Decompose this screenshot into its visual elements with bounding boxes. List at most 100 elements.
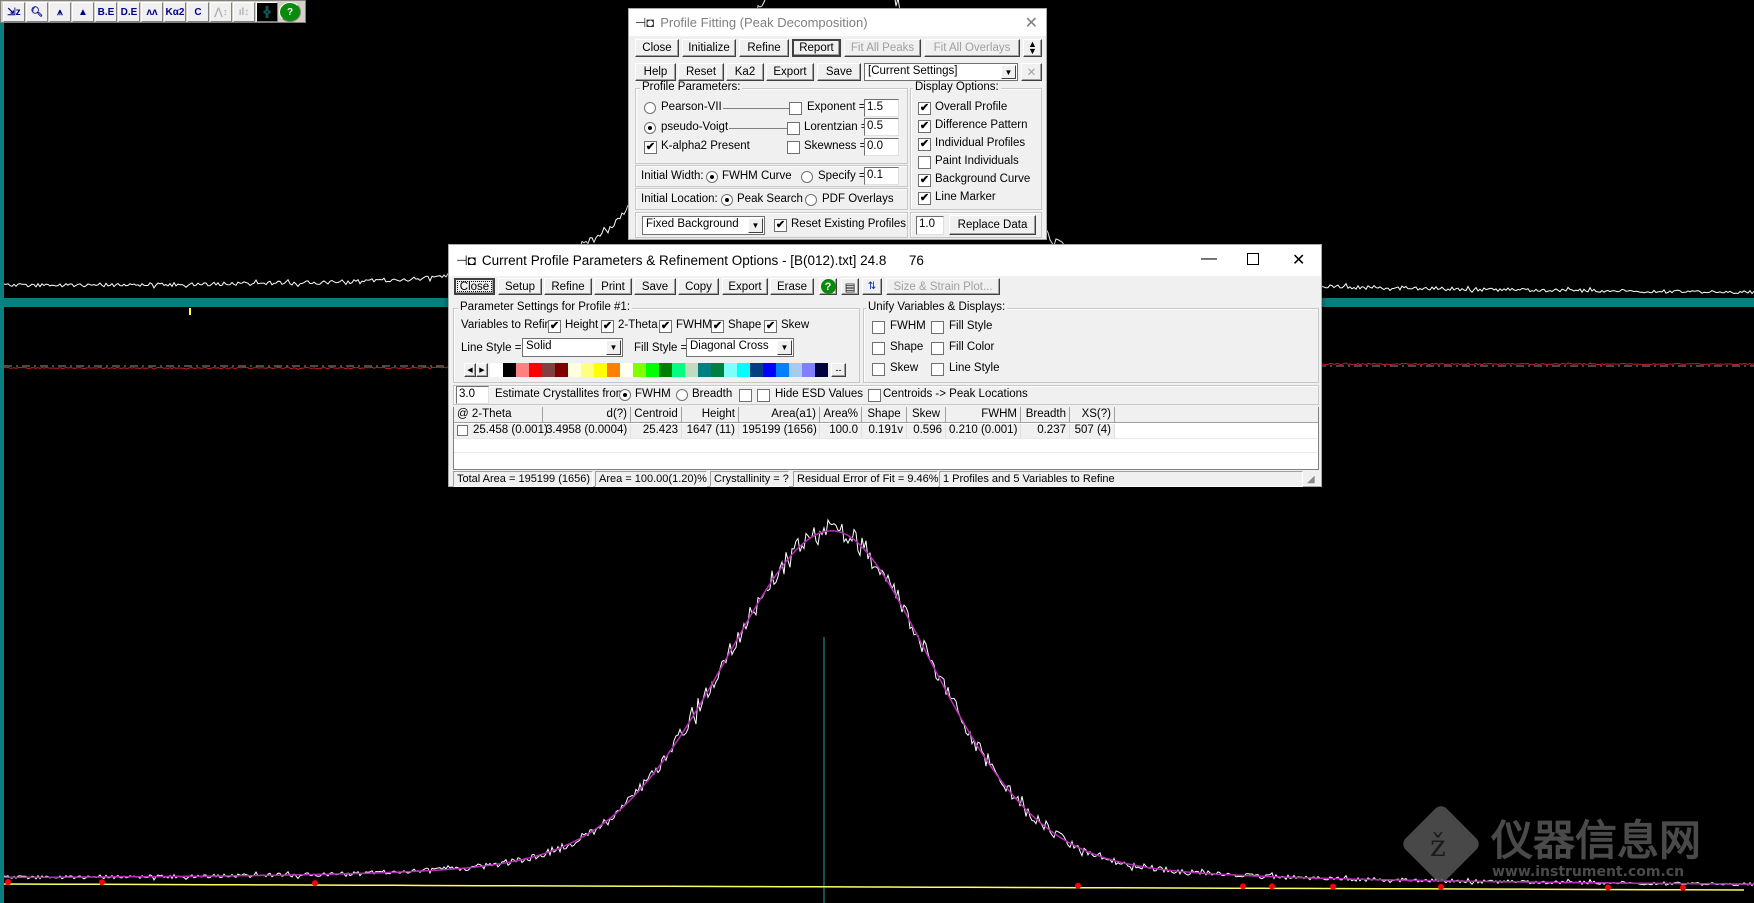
grid-icon[interactable]: ╬: [256, 2, 278, 22]
color-swatch[interactable]: [516, 363, 529, 377]
report-button[interactable]: Report: [792, 39, 841, 57]
resize-grip-icon[interactable]: ◢: [1307, 474, 1315, 485]
color-swatch[interactable]: [789, 363, 802, 377]
color-swatch[interactable]: [685, 363, 698, 377]
color-swatch[interactable]: [724, 363, 737, 377]
fit-all-overlays-button[interactable]: Fit All Overlays: [924, 39, 1020, 57]
background-edit-icon[interactable]: B.E: [95, 2, 117, 22]
fwhm-radio[interactable]: [619, 389, 631, 401]
color-swatch[interactable]: [776, 363, 789, 377]
refine-button[interactable]: Refine: [544, 278, 592, 295]
unify-checkbox[interactable]: [872, 363, 885, 376]
unlabeled-checkbox[interactable]: [739, 389, 752, 402]
color-swatch[interactable]: [659, 363, 672, 377]
column-header[interactable]: @ 2-Theta: [454, 407, 543, 423]
background-point[interactable]: [1605, 884, 1611, 891]
color-swatch[interactable]: [750, 363, 763, 377]
pdf-overlays-radio[interactable]: [805, 194, 817, 206]
skewness-input[interactable]: 0.0: [864, 138, 899, 156]
print-button[interactable]: Print: [594, 278, 632, 295]
replace-data-button[interactable]: Replace Data: [949, 215, 1036, 235]
background-point[interactable]: [5, 879, 11, 885]
color-swatch[interactable]: [737, 363, 750, 377]
centroids-checkbox[interactable]: [868, 389, 881, 402]
kalpha2-checkbox[interactable]: [644, 141, 657, 154]
lorentzian-input[interactable]: 0.5: [864, 118, 899, 136]
display-option-checkbox[interactable]: [918, 156, 931, 169]
specify-width-input[interactable]: 0.1: [864, 167, 899, 185]
color-swatch[interactable]: [490, 363, 503, 377]
unify-checkbox[interactable]: [931, 321, 944, 334]
background-select[interactable]: Fixed Background ▼: [642, 216, 765, 235]
background-point[interactable]: [1438, 883, 1444, 890]
refine-shape-checkbox[interactable]: [711, 320, 724, 333]
settings-select[interactable]: [Current Settings] ▼: [864, 63, 1018, 81]
refine-fwhm-checkbox[interactable]: [659, 320, 672, 333]
crystallite-input[interactable]: 3.0: [456, 386, 489, 404]
color-swatch[interactable]: [698, 363, 711, 377]
palette-right-icon[interactable]: ▶: [476, 363, 488, 377]
filled-peaks-icon[interactable]: ▲: [72, 2, 94, 22]
color-swatch[interactable]: [529, 363, 542, 377]
exponent-checkbox[interactable]: [789, 102, 802, 115]
background-point[interactable]: [99, 879, 105, 886]
scale-bars-icon[interactable]: ıl↕: [233, 2, 255, 22]
column-header[interactable]: Area(a1): [739, 407, 820, 423]
reset-profiles-checkbox[interactable]: [774, 219, 787, 232]
magnifier-icon[interactable]: 🔍︎: [26, 2, 48, 22]
color-swatch[interactable]: [555, 363, 568, 377]
column-header[interactable]: Shape: [862, 407, 907, 423]
save-button[interactable]: Save: [817, 63, 861, 81]
display-option-checkbox[interactable]: [918, 138, 931, 151]
row-checkbox[interactable]: [457, 425, 468, 436]
color-swatch[interactable]: [711, 363, 724, 377]
help-button[interactable]: Help: [635, 63, 676, 81]
refine-button[interactable]: Refine: [739, 39, 789, 57]
column-header[interactable]: FWHM: [946, 407, 1021, 423]
unify-checkbox[interactable]: [872, 342, 885, 355]
pseudo-voigt-radio[interactable]: [644, 122, 656, 134]
display-option-checkbox[interactable]: [918, 174, 931, 187]
pearson-radio[interactable]: [644, 102, 656, 114]
color-swatch[interactable]: [594, 363, 607, 377]
hide-esd-checkbox[interactable]: [757, 389, 770, 402]
display-option-checkbox[interactable]: [918, 102, 931, 115]
color-swatch[interactable]: [581, 363, 594, 377]
color-swatch[interactable]: [763, 363, 776, 377]
column-header[interactable]: Centroid: [631, 407, 682, 423]
column-header[interactable]: XS(?): [1070, 407, 1115, 423]
column-header[interactable]: Breadth: [1021, 407, 1070, 423]
color-swatch[interactable]: [672, 363, 685, 377]
column-header[interactable]: Height: [682, 407, 739, 423]
color-swatch[interactable]: [620, 363, 633, 377]
column-header[interactable]: Area%: [820, 407, 862, 423]
refine-2-theta-checkbox[interactable]: [601, 320, 614, 333]
columns-view-icon[interactable]: ▤: [841, 278, 859, 295]
background-point[interactable]: [1680, 884, 1686, 891]
skewness-checkbox[interactable]: [787, 141, 800, 154]
color-swatch[interactable]: [568, 363, 581, 377]
fill-pattern-swatch[interactable]: [802, 338, 834, 357]
exponent-input[interactable]: 1.5: [864, 99, 899, 117]
line-style-select[interactable]: Solid ▼: [522, 338, 623, 357]
breadth-radio[interactable]: [676, 389, 688, 401]
background-point[interactable]: [1269, 883, 1275, 890]
color-swatch[interactable]: [815, 363, 828, 377]
more-colors-button[interactable]: --: [831, 363, 846, 377]
ka2-icon[interactable]: Kα2: [164, 2, 186, 22]
scale-input[interactable]: 1.0: [916, 216, 944, 235]
display-option-checkbox[interactable]: [918, 120, 931, 133]
color-swatch[interactable]: [802, 363, 815, 377]
refine-height-checkbox[interactable]: [548, 320, 561, 333]
help-icon[interactable]: ?: [279, 2, 301, 22]
background-point[interactable]: [1240, 883, 1246, 890]
sort-icon[interactable]: ⇅: [862, 278, 882, 295]
peak-outline-icon[interactable]: ʌʌ: [141, 2, 163, 22]
scale-peaks-icon[interactable]: ⋀↕: [210, 2, 232, 22]
color-swatch[interactable]: [646, 363, 659, 377]
refine-skew-checkbox[interactable]: [764, 320, 777, 333]
ka2-button[interactable]: Ka2: [726, 63, 764, 81]
help-icon[interactable]: ?: [819, 278, 837, 295]
display-option-checkbox[interactable]: [918, 192, 931, 205]
fwhm-curve-radio[interactable]: [706, 171, 718, 183]
